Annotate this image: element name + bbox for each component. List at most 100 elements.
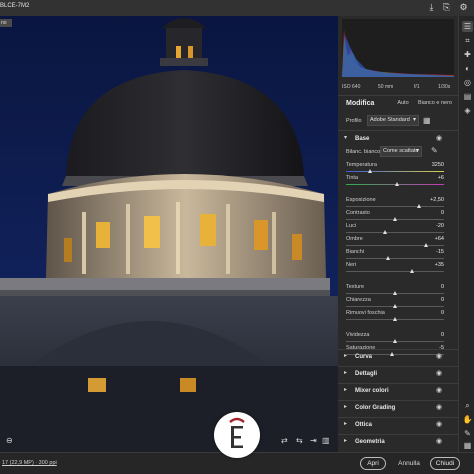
- auto-button[interactable]: Auto: [394, 98, 412, 108]
- profile-label: Profilo: [346, 118, 362, 124]
- grid-icon[interactable]: ▦: [462, 440, 473, 451]
- slider-track[interactable]: [346, 271, 444, 272]
- slider-8[interactable]: Neri +35: [346, 262, 444, 276]
- open-button[interactable]: Apri: [360, 457, 386, 470]
- slider-thumb[interactable]: [392, 217, 397, 221]
- copy-settings-icon[interactable]: ⇥: [310, 436, 317, 445]
- slider-track[interactable]: [346, 258, 444, 259]
- mask-icon[interactable]: ◐: [462, 63, 473, 74]
- profile-select[interactable]: Adobe Standard: [367, 115, 419, 126]
- settings-icon[interactable]: ⚙: [458, 2, 469, 13]
- file-info-link[interactable]: 17 (22,9 MP) · 300 ppi: [2, 460, 57, 466]
- slider-5[interactable]: Luci -20: [346, 223, 444, 237]
- chevron-right-icon: ▸: [344, 353, 348, 359]
- slider-3[interactable]: Esposizione +2,50: [346, 197, 444, 211]
- heal-icon[interactable]: ✚: [462, 49, 473, 60]
- section-6[interactable]: ▸ Geometria ◉: [338, 436, 458, 448]
- done-button[interactable]: Chiudi: [430, 457, 460, 470]
- slider-value[interactable]: 0: [441, 284, 444, 290]
- save-icon[interactable]: ⤓: [426, 2, 437, 13]
- slider-thumb[interactable]: [385, 256, 390, 260]
- slider-thumb[interactable]: [395, 182, 400, 186]
- white-balance-select[interactable]: Come scattato: [380, 146, 422, 157]
- photo-preview[interactable]: [0, 16, 338, 452]
- slider-thumb[interactable]: [392, 339, 397, 343]
- slider-label: Esposizione: [346, 197, 376, 203]
- redeye-icon[interactable]: ◎: [462, 77, 473, 88]
- slider-value[interactable]: +64: [435, 236, 444, 242]
- snapshot-icon[interactable]: ▤: [462, 91, 473, 102]
- slider-thumb[interactable]: [410, 269, 415, 273]
- slider-11[interactable]: Rimuovi foschia 0: [346, 310, 444, 324]
- crop-icon[interactable]: ⌗: [462, 35, 473, 46]
- divider: [338, 383, 458, 384]
- eye-icon[interactable]: ◉: [436, 403, 442, 411]
- section-3[interactable]: ▸ Mixer colori ◉: [338, 385, 458, 397]
- eye-icon[interactable]: ◉: [436, 420, 442, 428]
- slider-label: Rimuovi foschia: [346, 310, 385, 316]
- sampler-icon[interactable]: ✎: [462, 428, 473, 439]
- slider-track[interactable]: [346, 245, 444, 246]
- edit-tool-icon[interactable]: ☰: [462, 21, 473, 32]
- exif-iso: ISO 640: [342, 84, 361, 90]
- slider-12[interactable]: Vividezza 0: [346, 332, 444, 346]
- slider-value[interactable]: 0: [441, 310, 444, 316]
- black-white-button[interactable]: Bianco e nero: [416, 98, 454, 108]
- section-2[interactable]: ▸ Dettagli ◉: [338, 368, 458, 380]
- share-icon[interactable]: ⎘: [441, 2, 452, 13]
- slider-2[interactable]: Tinta +6: [346, 175, 444, 189]
- slider-thumb[interactable]: [392, 317, 397, 321]
- title-bar: BLCE-7M2 ⤓ ⎘ ⚙: [0, 0, 474, 16]
- toggle-view-icon[interactable]: ▥: [322, 436, 330, 445]
- slider-value[interactable]: 0: [441, 210, 444, 216]
- chevron-right-icon: ▸: [344, 404, 348, 410]
- slider-thumb[interactable]: [392, 291, 397, 295]
- divider: [338, 130, 458, 131]
- section-4[interactable]: ▸ Color Grading ◉: [338, 402, 458, 414]
- eye-icon[interactable]: ◉: [436, 386, 442, 394]
- section-label: Dettagli: [355, 371, 378, 377]
- zoom-out-icon[interactable]: ⊖: [6, 436, 13, 445]
- slider-value[interactable]: 0: [441, 332, 444, 338]
- slider-track[interactable]: [346, 206, 444, 207]
- hand-icon[interactable]: ✋: [462, 414, 473, 425]
- zoom-icon[interactable]: ⌕: [462, 400, 473, 411]
- slider-thumb[interactable]: [382, 230, 387, 234]
- slider-9[interactable]: Texture 0: [346, 284, 444, 298]
- slider-value[interactable]: 0: [441, 297, 444, 303]
- slider-track[interactable]: [346, 232, 444, 233]
- section-5[interactable]: ▸ Ottica ◉: [338, 419, 458, 431]
- section-1[interactable]: ▸ Curva ◉: [338, 351, 458, 363]
- slider-thumb[interactable]: [368, 169, 372, 173]
- eye-icon[interactable]: ◉: [436, 352, 442, 360]
- section-base[interactable]: ▾ Base ◉: [338, 133, 458, 145]
- eye-icon[interactable]: ◉: [436, 369, 442, 377]
- slider-thumb[interactable]: [423, 243, 428, 247]
- slider-7[interactable]: Bianchi -15: [346, 249, 444, 263]
- slider-value[interactable]: -20: [436, 223, 444, 229]
- slider-10[interactable]: Chiarezza 0: [346, 297, 444, 311]
- dome-photo: [0, 16, 338, 452]
- slider-label: Bianchi: [346, 249, 365, 255]
- white-balance-label: Bilanc. bianco: [346, 149, 381, 155]
- slider-value[interactable]: 3250: [432, 162, 444, 168]
- slider-label: Contrasto: [346, 210, 370, 216]
- slider-value[interactable]: +2,50: [430, 197, 444, 203]
- slider-value[interactable]: -15: [436, 249, 444, 255]
- slider-6[interactable]: Ombre +64: [346, 236, 444, 250]
- eye-icon[interactable]: ◉: [436, 134, 442, 142]
- eye-icon[interactable]: ◉: [436, 437, 442, 445]
- presets-icon[interactable]: ◈: [462, 105, 473, 116]
- slider-track[interactable]: [346, 171, 444, 172]
- slider-value[interactable]: +6: [438, 175, 444, 181]
- slider-value[interactable]: +35: [435, 262, 444, 268]
- slider-4[interactable]: Contrasto 0: [346, 210, 444, 224]
- before-after-icon[interactable]: ⇄: [281, 436, 288, 445]
- slider-thumb[interactable]: [417, 204, 421, 208]
- cancel-button[interactable]: Annulla: [394, 457, 424, 470]
- slider-1[interactable]: Temperatura 3250: [346, 162, 444, 176]
- eyedropper-icon[interactable]: ✎: [431, 146, 438, 155]
- slider-thumb[interactable]: [392, 304, 397, 308]
- profile-browser-icon[interactable]: ▦: [423, 116, 432, 125]
- swap-icon[interactable]: ⇆: [296, 436, 303, 445]
